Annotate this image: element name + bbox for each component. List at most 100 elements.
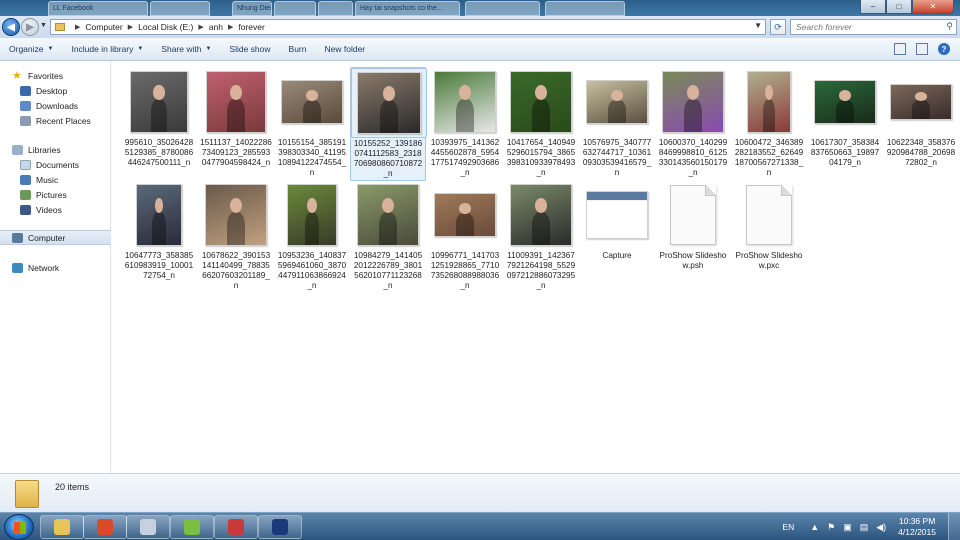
close-button[interactable]: ✕ (912, 0, 954, 14)
taskbar-app-button[interactable] (83, 515, 127, 539)
breadcrumb-forever[interactable]: forever (238, 22, 264, 32)
volume-icon[interactable]: ◀) (876, 522, 886, 533)
nav-favorites[interactable]: ★ Favorites (12, 68, 123, 83)
include-in-library-label: Include in library (71, 44, 134, 54)
browser-tab[interactable] (150, 1, 210, 16)
recent-places-icon (20, 115, 31, 126)
desktop-icon (20, 85, 31, 96)
display-icon[interactable]: ▣ (843, 522, 852, 533)
file-item[interactable]: 10984279_1414052012226789_38015620107711… (350, 180, 426, 292)
document-icon (746, 185, 792, 245)
taskbar-app-button[interactable] (126, 515, 170, 539)
browser-tab[interactable] (318, 1, 353, 16)
chevron-right-icon[interactable]: ▶ (228, 23, 233, 31)
maximize-button[interactable]: □ (886, 0, 912, 14)
share-with-button[interactable]: Share with ▼ (152, 44, 220, 54)
file-item[interactable]: 995610_350264285129385_87800864462475001… (121, 67, 197, 169)
show-desktop-button[interactable] (948, 513, 960, 540)
browser-tab[interactable] (465, 1, 540, 16)
breadcrumb-anh[interactable]: anh (209, 22, 223, 32)
search-input[interactable]: Search forever ⚲ (790, 19, 957, 35)
minimize-button[interactable]: – (860, 0, 886, 14)
folder-icon (15, 480, 39, 508)
person-silhouette (379, 212, 397, 245)
thumbnail-container (731, 67, 807, 137)
recent-pages-dropdown[interactable]: ▼ (40, 22, 47, 29)
taskbar-app-button[interactable] (170, 515, 214, 539)
language-indicator[interactable]: EN (782, 522, 794, 532)
taskbar-app-button[interactable] (258, 515, 302, 539)
search-icon[interactable]: ⚲ (946, 21, 953, 32)
help-icon[interactable]: ? (938, 43, 950, 55)
new-folder-button[interactable]: New folder (316, 44, 375, 54)
file-item[interactable]: 10417654_1409495296015794_38653983109339… (503, 67, 579, 179)
file-item[interactable]: 1511137_1402228673409123_285593047790459… (198, 67, 274, 169)
network-tray-icon[interactable]: ▤ (860, 522, 869, 533)
file-item[interactable]: 10617307_358384837650663_1989704179_n (807, 67, 883, 169)
person-head (535, 85, 547, 101)
screenshot-header (587, 192, 647, 201)
back-button[interactable]: ◀ (2, 18, 20, 36)
organize-button[interactable]: Organize ▼ (0, 44, 62, 54)
nav-libraries[interactable]: Libraries (12, 142, 123, 157)
slide-show-button[interactable]: Slide show (220, 44, 279, 54)
burn-button[interactable]: Burn (280, 44, 316, 54)
chevron-right-icon[interactable]: ▶ (198, 23, 203, 31)
file-name: 10600472_346389282183552_626491870056727… (734, 138, 804, 177)
browser-tab[interactable]: Nhung Diem dinh Viem... (232, 1, 272, 16)
refresh-button[interactable]: ⟳ (770, 19, 786, 35)
file-item[interactable]: 10600370_1402998469998810_61253301435601… (655, 67, 731, 179)
person-silhouette (532, 212, 550, 245)
nav-network[interactable]: Network (12, 260, 123, 275)
file-item[interactable]: 10678622_390153141140499_788356620760320… (198, 180, 274, 292)
file-item[interactable]: 10576975_340777632744717_103610930353941… (579, 67, 655, 179)
clock[interactable]: 10:36 PM 4/12/2015 (898, 516, 936, 538)
thumbnail-container (503, 67, 579, 137)
file-item[interactable]: 10996771_1417031251928865_77107352680889… (427, 180, 503, 292)
chevron-right-icon[interactable]: ▶ (128, 23, 133, 31)
thumbnail-container (351, 68, 427, 138)
photo-thumbnail (662, 71, 724, 133)
nav-computer[interactable]: Computer (0, 230, 111, 245)
action-center-flag-icon[interactable]: ⚑ (827, 522, 835, 533)
file-item[interactable]: 10393975_1413624455602878_59541775174929… (427, 67, 503, 179)
file-item[interactable]: ProShow Slideshow.psh (655, 180, 731, 272)
taskbar-app-button[interactable] (40, 515, 84, 539)
include-in-library-button[interactable]: Include in library ▼ (62, 44, 152, 54)
person-silhouette (303, 99, 321, 123)
browser-tab[interactable]: Hay tai snapshots co the... (355, 1, 460, 16)
coccoc-browser-icon (184, 519, 200, 535)
photo-thumbnail (206, 71, 266, 133)
file-item[interactable]: 11009391_1423677921264198_55290972128860… (503, 180, 579, 292)
browser-tab[interactable] (274, 1, 316, 16)
file-item[interactable]: ProShow Slideshow.pxc (731, 180, 807, 272)
file-item[interactable]: 10155252_1391860741112583_23187069808607… (350, 67, 427, 181)
person-silhouette (836, 99, 854, 123)
forward-button[interactable]: ▶ (21, 18, 39, 36)
thumbnail-container (198, 67, 274, 137)
breadcrumb-local-disk[interactable]: Local Disk (E:) (138, 22, 193, 32)
thumbnail-container (883, 67, 959, 137)
file-name: 10155154_385191398303340_411951089412247… (277, 138, 347, 177)
browser-tab[interactable]: LL Facebook (48, 1, 148, 16)
file-item[interactable]: 10622348_358376920984788_2069872802_n (883, 67, 959, 169)
file-name: Capture (602, 251, 632, 260)
nav-desktop-label: Desktop (36, 85, 68, 96)
person-head (306, 90, 318, 101)
person-silhouette (456, 99, 474, 132)
start-button[interactable] (4, 514, 34, 540)
preview-pane-icon[interactable] (916, 43, 928, 55)
file-item[interactable]: 10155154_385191398303340_411951089412247… (274, 67, 350, 179)
taskbar-app-button[interactable] (214, 515, 258, 539)
browser-tab[interactable] (545, 1, 625, 16)
file-item[interactable]: 10953236_1408375969461060_38704479110638… (274, 180, 350, 292)
file-item[interactable]: 10600472_346389282183552_626491870056727… (731, 67, 807, 179)
address-bar[interactable]: ▶ Computer ▶ Local Disk (E:) ▶ anh ▶ for… (50, 19, 766, 35)
change-view-icon[interactable] (894, 43, 906, 55)
chevron-right-icon[interactable]: ▶ (75, 23, 80, 31)
file-item[interactable]: 10647773_358385610983919_1000172754_n (121, 180, 197, 282)
show-hidden-icons-icon[interactable]: ▲ (810, 522, 819, 532)
chevron-down-icon[interactable]: ▼ (754, 21, 762, 30)
file-item[interactable]: Capture (579, 180, 655, 262)
breadcrumb-computer[interactable]: Computer (85, 22, 122, 32)
